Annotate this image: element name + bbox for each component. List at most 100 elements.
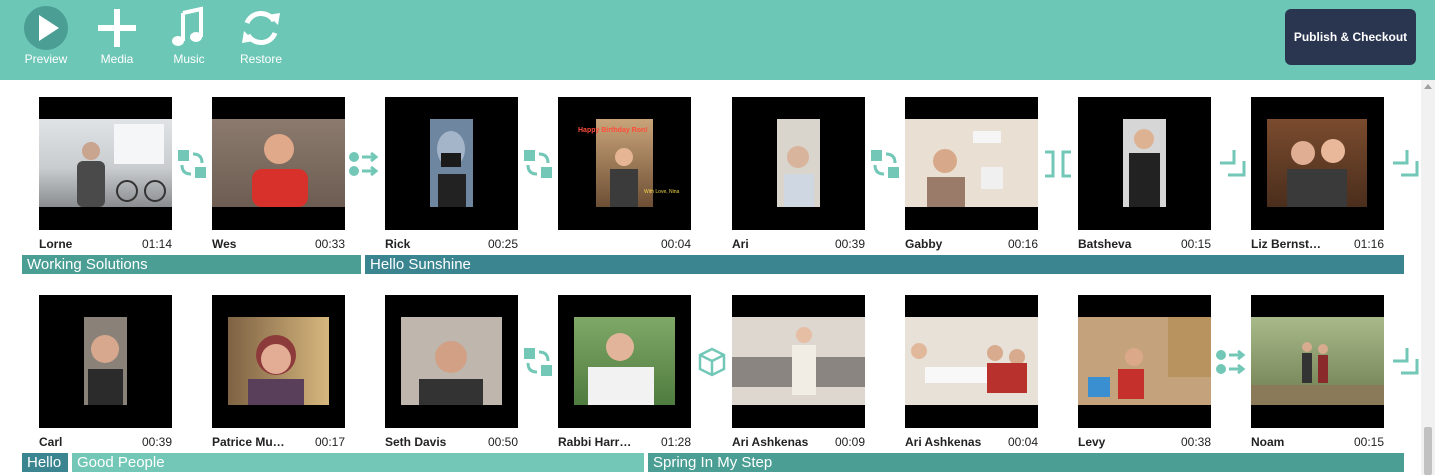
person-thumbnail-image: [732, 327, 865, 395]
person-thumbnail-image: [248, 335, 304, 405]
swap-icon[interactable]: [868, 147, 902, 181]
clip-duration: 00:16: [1007, 237, 1038, 251]
clip-duration: 01:16: [1353, 237, 1384, 251]
clip-name: Wes: [212, 237, 237, 251]
clip-thumbnail: [212, 119, 345, 207]
clip-name: Liz Bernst…: [1251, 237, 1322, 251]
clip-thumbnail: [905, 119, 1038, 207]
clip-duration: 00:50: [487, 435, 518, 449]
cube-icon[interactable]: [695, 345, 729, 379]
person-thumbnail-image: [77, 124, 166, 207]
toolbar: Preview Media Music Restore Publish & Ch…: [0, 0, 1435, 80]
person-thumbnail-image: [419, 341, 483, 405]
clip-patrice[interactable]: [212, 295, 345, 428]
clip-thumbnail: [574, 317, 675, 405]
clip-name: Ari: [732, 237, 749, 251]
clip-ari[interactable]: [732, 97, 865, 230]
clip-name: Ari Ashkenas: [905, 435, 982, 449]
swap-icon[interactable]: [175, 147, 209, 181]
music-note-icon: [172, 6, 203, 46]
person-thumbnail-image: [1287, 139, 1347, 207]
clip-carl[interactable]: [39, 295, 172, 428]
person-thumbnail-image: [1088, 317, 1211, 399]
clip-rabbi[interactable]: [558, 295, 691, 428]
clip-name: Patrice Mu…: [212, 435, 285, 449]
scroll-up-arrow-icon[interactable]: [1424, 84, 1432, 89]
clip-birthday-card[interactable]: Happy Birthday Ron! With Love, Nina: [558, 97, 691, 230]
clip-lorne[interactable]: [39, 97, 172, 230]
clip-duration: 00:17: [314, 435, 345, 449]
timeline-row-1: Lorne 01:14 Wes 00:33 Rick 00:25 Happy B…: [0, 80, 1420, 278]
swap-icon[interactable]: [521, 147, 555, 181]
clip-thumbnail: [777, 119, 820, 207]
clip-name: Levy: [1078, 435, 1106, 449]
clip-duration: 00:15: [1353, 435, 1384, 449]
clip-thumbnail: [401, 317, 502, 405]
media-button[interactable]: Media: [87, 5, 147, 69]
clip-batsheva[interactable]: [1078, 97, 1211, 230]
clip-ari-ashkenas-1[interactable]: [732, 295, 865, 428]
clip-duration: 00:09: [834, 435, 865, 449]
clip-noam[interactable]: [1251, 295, 1384, 428]
corner-arrow-icon[interactable]: [1387, 147, 1421, 181]
preview-button[interactable]: Preview: [16, 5, 76, 69]
play-icon: [24, 6, 68, 50]
clip-duration: 01:14: [141, 237, 172, 251]
clip-levy[interactable]: [1078, 295, 1211, 428]
person-thumbnail-image: [1129, 129, 1160, 207]
vertical-scrollbar[interactable]: [1421, 80, 1435, 475]
clip-name: Noam: [1251, 435, 1285, 449]
person-thumbnail-image: [911, 343, 1027, 393]
clip-thumbnail: [1251, 317, 1384, 405]
person-thumbnail-image: [588, 333, 654, 405]
corner-arrow-icon[interactable]: [1387, 345, 1421, 379]
clip-duration: 00:38: [1180, 435, 1211, 449]
person-thumbnail-image: [784, 146, 814, 207]
clip-duration: 00:33: [314, 237, 345, 251]
clip-thumbnail: [228, 317, 329, 405]
song-bar-good-people[interactable]: Good People: [72, 453, 644, 472]
clip-duration: 00:25: [487, 237, 518, 251]
song-bar-spring-in-my-step[interactable]: Spring In My Step: [648, 453, 1404, 472]
clip-gabby[interactable]: [905, 97, 1038, 230]
clip-thumbnail: [1123, 119, 1166, 207]
clip-name: Gabby: [905, 237, 943, 251]
person-thumbnail-image: [252, 134, 308, 207]
scrollbar-thumb[interactable]: [1424, 427, 1432, 475]
clip-name: Carl: [39, 435, 63, 449]
music-button[interactable]: Music: [159, 5, 219, 69]
dots-arrows-icon[interactable]: [347, 147, 381, 181]
song-bar-working-solutions[interactable]: Working Solutions: [22, 255, 361, 274]
clip-thumbnail: [1267, 119, 1367, 207]
timeline-row-2: Carl 00:39 Patrice Mu… 00:17 Seth Davis …: [0, 278, 1420, 475]
clip-thumbnail: [39, 119, 172, 207]
clip-name: Rick: [385, 237, 411, 251]
song-bar-hello[interactable]: Hello: [22, 453, 68, 472]
restore-button[interactable]: Restore: [231, 5, 291, 69]
preview-label: Preview: [24, 52, 68, 66]
clip-seth-davis[interactable]: [385, 295, 518, 428]
clip-duration: 00:04: [660, 237, 691, 251]
clip-duration: 01:28: [660, 435, 691, 449]
clip-duration: 00:04: [1007, 435, 1038, 449]
song-bar-hello-sunshine[interactable]: Hello Sunshine: [365, 255, 1404, 274]
split-brackets-icon[interactable]: [1041, 147, 1075, 181]
dots-arrows-icon[interactable]: [1214, 345, 1248, 379]
overlay-title-text: Happy Birthday Ron!: [578, 127, 648, 134]
publish-checkout-button[interactable]: Publish & Checkout: [1285, 9, 1416, 65]
clip-wes[interactable]: [212, 97, 345, 230]
clip-ari-ashkenas-2[interactable]: [905, 295, 1038, 428]
plus-icon: [98, 9, 136, 47]
overlay-signature-text: With Love, Nina: [644, 189, 680, 195]
swap-icon[interactable]: [521, 345, 555, 379]
clip-thumbnail: [905, 317, 1038, 405]
refresh-icon: [242, 10, 280, 46]
corner-arrow-icon[interactable]: [1214, 147, 1248, 181]
person-thumbnail-image: [437, 131, 466, 207]
clip-name: Seth Davis: [385, 435, 447, 449]
clip-thumbnail: [1078, 317, 1211, 405]
person-thumbnail-image: [1251, 342, 1384, 405]
clip-name: Lorne: [39, 237, 73, 251]
clip-liz[interactable]: [1251, 97, 1384, 230]
clip-rick[interactable]: [385, 97, 518, 230]
